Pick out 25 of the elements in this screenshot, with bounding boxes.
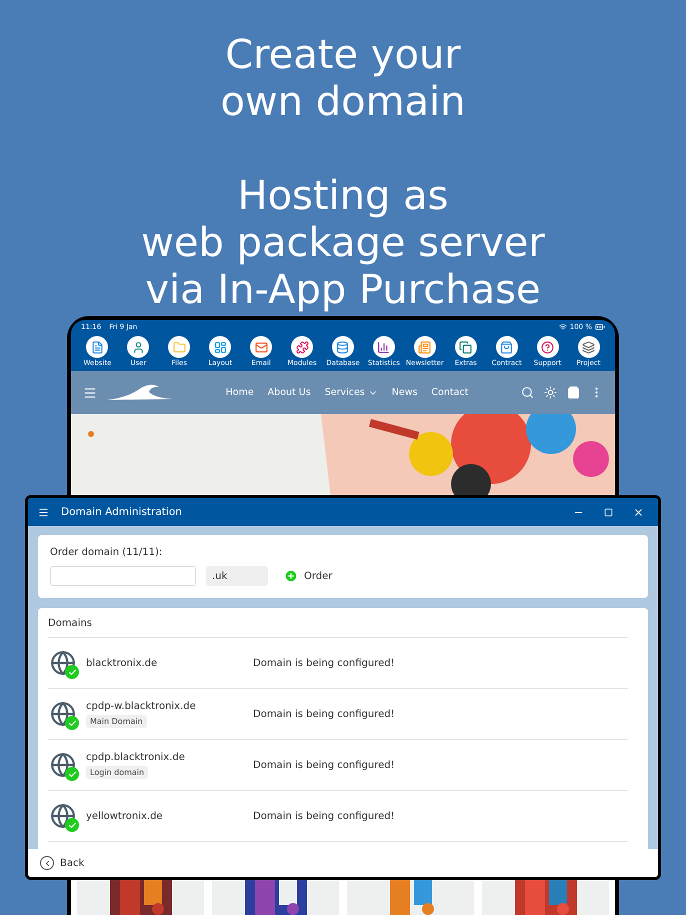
headline-text: Hosting as <box>237 173 448 220</box>
domain-row[interactable]: cpdp-w.blacktronix.de Main Domain Domain is being configured! <box>48 689 628 740</box>
domain-tag: Login domain <box>86 766 148 778</box>
domain-name: yellowtronix.de <box>86 810 163 822</box>
dialog-title: Domain Administration <box>61 506 183 518</box>
domain-name: cpdp.blacktronix.de <box>86 752 185 762</box>
headline-text: web package server <box>141 220 545 267</box>
domain-tag: Main Domain <box>86 714 147 728</box>
domain-status: Domain is being configured! <box>253 810 395 822</box>
domain-name: blacktronix.de <box>86 658 158 668</box>
domain-status: Domain is being configured! <box>253 708 395 720</box>
headline-text: via In-App Purchase <box>145 267 541 314</box>
domain-status: Domain is being configured! <box>253 760 395 770</box>
order-button[interactable]: Order <box>278 568 338 584</box>
back-button[interactable]: Back <box>40 856 84 870</box>
order-label: Order domain (11/11): <box>50 547 164 558</box>
domain-status: Domain is being configured! <box>253 658 395 668</box>
tld-select[interactable]: .uk <box>206 566 268 586</box>
domain-row[interactable]: cpdp.blacktronix.de Login domain Domain is being configured! <box>48 740 628 791</box>
headline-text: own domain <box>220 79 466 126</box>
domain-row[interactable]: yellowtronix.de Domain is being configured! <box>48 791 628 842</box>
domains-title: Domains <box>48 618 628 638</box>
domain-row[interactable]: blacktronix.de Domain is being configured! <box>48 638 628 689</box>
headline-text: Create your <box>225 32 461 79</box>
domain-name: cpdp-w.blacktronix.de <box>86 700 196 712</box>
